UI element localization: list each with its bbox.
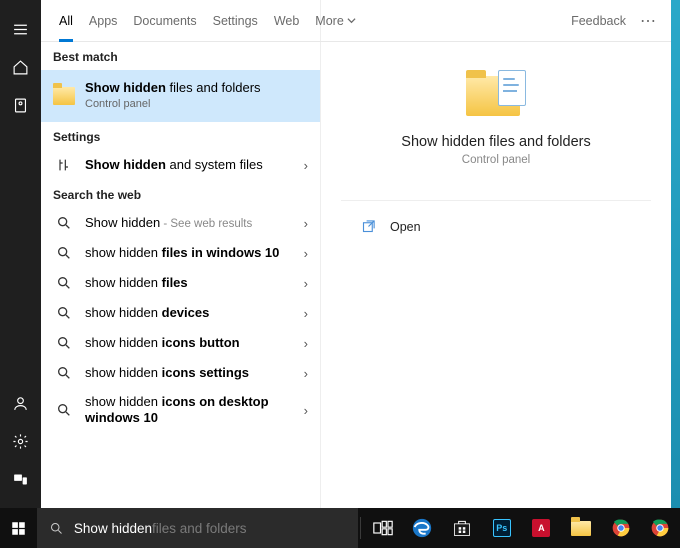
- explorer-icon[interactable]: [561, 508, 601, 548]
- devices-icon[interactable]: [0, 460, 41, 498]
- result-label: Show hidden and system files: [85, 157, 300, 173]
- search-icon: [53, 245, 75, 261]
- tab-more-label: More: [315, 14, 343, 28]
- chevron-right-icon: ›: [300, 336, 312, 351]
- user-icon[interactable]: [0, 384, 41, 422]
- task-view-icon[interactable]: [363, 508, 403, 548]
- cortana-side-rail: [0, 0, 41, 508]
- chevron-right-icon: ›: [300, 366, 312, 381]
- chrome-icon[interactable]: [601, 508, 641, 548]
- settings-item-icon: [53, 157, 75, 173]
- result-label: show hidden files in windows 10: [85, 245, 300, 261]
- search-icon: [49, 521, 64, 536]
- search-icon: [53, 335, 75, 351]
- search-panel: All Apps Documents Settings Web More Fee…: [41, 0, 671, 508]
- chevron-right-icon: ›: [300, 246, 312, 261]
- result-label: show hidden icons on desktop windows 10: [85, 394, 300, 427]
- result-web-item[interactable]: show hidden files ›: [41, 268, 320, 298]
- result-label: show hidden icons button: [85, 335, 300, 351]
- section-settings: Settings: [41, 122, 320, 150]
- results-list: Best match Show hidden files and folders…: [41, 0, 321, 508]
- taskbar: Show hidden files and folders Ps A: [0, 508, 680, 548]
- tab-all[interactable]: All: [51, 0, 81, 42]
- result-web-item[interactable]: show hidden icons settings ›: [41, 358, 320, 388]
- desktop-edge: [671, 0, 680, 508]
- chevron-right-icon: ›: [300, 276, 312, 291]
- edge-icon[interactable]: [403, 508, 443, 548]
- result-label: Show hidden files and folders Control pa…: [85, 80, 308, 112]
- tab-web[interactable]: Web: [266, 0, 307, 42]
- open-action[interactable]: Open: [341, 211, 651, 242]
- home-icon[interactable]: [0, 48, 41, 86]
- store-icon[interactable]: [442, 508, 482, 548]
- search-icon: [53, 365, 75, 381]
- search-icon: [53, 215, 75, 231]
- chevron-right-icon: ›: [300, 306, 312, 321]
- result-settings-item[interactable]: Show hidden and system files ›: [41, 150, 320, 180]
- result-label: show hidden devices: [85, 305, 300, 321]
- chevron-down-icon: [347, 16, 356, 25]
- gear-icon[interactable]: [0, 422, 41, 460]
- preview-app-icon: [466, 70, 526, 118]
- result-best-match[interactable]: Show hidden files and folders Control pa…: [41, 70, 320, 122]
- result-web-item[interactable]: show hidden icons button ›: [41, 328, 320, 358]
- preview-pane: Show hidden files and folders Control pa…: [321, 0, 671, 508]
- result-web-item[interactable]: show hidden files in windows 10 ›: [41, 238, 320, 268]
- result-web-item[interactable]: show hidden icons on desktop windows 10 …: [41, 388, 320, 433]
- search-typed: Show hidden: [74, 521, 152, 536]
- tab-documents[interactable]: Documents: [125, 0, 204, 42]
- open-icon: [361, 219, 376, 234]
- preview-subtitle: Control panel: [341, 154, 651, 166]
- taskbar-divider: [360, 517, 361, 539]
- acrobat-icon[interactable]: A: [522, 508, 562, 548]
- result-web-item[interactable]: show hidden devices ›: [41, 298, 320, 328]
- section-web: Search the web: [41, 180, 320, 208]
- more-options-icon[interactable]: ⋯: [634, 11, 663, 31]
- section-best-match: Best match: [41, 42, 320, 70]
- feedback-link[interactable]: Feedback: [563, 0, 634, 42]
- search-icon: [53, 305, 75, 321]
- start-button[interactable]: [0, 508, 37, 548]
- result-label: show hidden files: [85, 275, 300, 291]
- search-icon: [53, 275, 75, 291]
- search-tabs: All Apps Documents Settings Web More Fee…: [41, 0, 671, 42]
- tab-settings[interactable]: Settings: [205, 0, 266, 42]
- menu-icon[interactable]: [0, 10, 41, 48]
- chrome-icon[interactable]: [640, 508, 680, 548]
- chevron-right-icon: ›: [300, 403, 312, 418]
- chevron-right-icon: ›: [300, 216, 312, 231]
- photoshop-icon[interactable]: Ps: [482, 508, 522, 548]
- result-web-item[interactable]: Show hidden - See web results ›: [41, 208, 320, 238]
- search-hint: files and folders: [152, 521, 247, 536]
- result-label: show hidden icons settings: [85, 365, 300, 381]
- tab-apps[interactable]: Apps: [81, 0, 126, 42]
- tab-more[interactable]: More: [307, 0, 363, 42]
- result-label: Show hidden - See web results: [85, 215, 300, 231]
- folder-icon: [53, 87, 75, 105]
- chevron-right-icon: ›: [300, 158, 312, 173]
- preview-title: Show hidden files and folders: [341, 134, 651, 150]
- search-icon: [53, 402, 75, 418]
- search-input[interactable]: Show hidden files and folders: [37, 508, 358, 548]
- notebook-icon[interactable]: [0, 86, 41, 124]
- open-label: Open: [390, 220, 421, 234]
